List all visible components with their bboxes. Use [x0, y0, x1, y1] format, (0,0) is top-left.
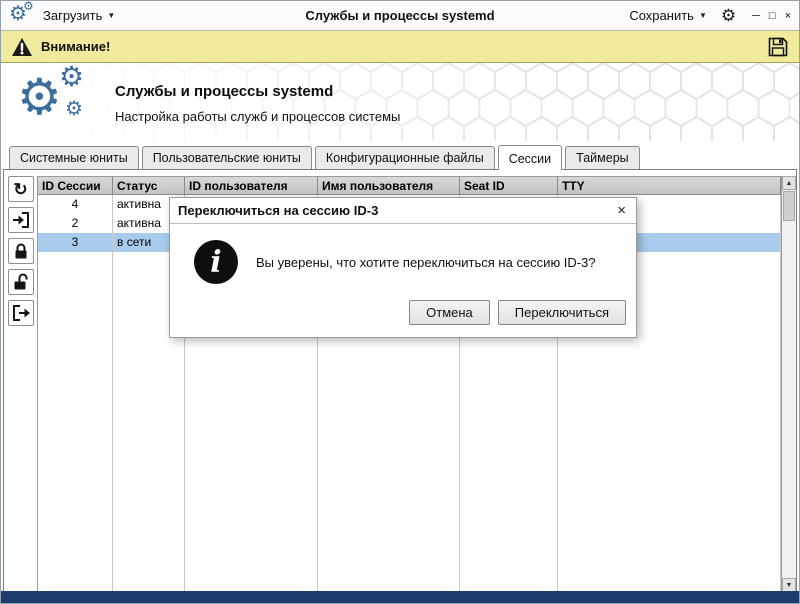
scroll-up-button[interactable]: ▲	[782, 176, 796, 190]
chevron-down-icon: ▼	[107, 11, 116, 20]
scrollbar-track[interactable]	[782, 222, 796, 578]
chevron-down-icon: ▼	[698, 11, 707, 20]
hero-header: ⚙ ⚙ ⚙ Службы и процессы systemd Настройк…	[1, 63, 799, 141]
close-button[interactable]: ×	[785, 9, 791, 23]
tab-bar: Системные юниты Пользовательские юниты К…	[1, 141, 799, 170]
column-header-status[interactable]: Статус	[113, 177, 185, 194]
unlock-session-button[interactable]	[7, 269, 34, 295]
dialog-message: Вы уверены, что хотите переключиться на …	[256, 254, 596, 270]
tab-timers[interactable]: Таймеры	[565, 146, 640, 169]
cell-session-id: 3	[38, 233, 113, 252]
save-menu-label: Сохранить	[629, 8, 694, 23]
tab-config-files[interactable]: Конфигурационные файлы	[314, 146, 495, 169]
dialog-footer: Отмена Переключиться	[170, 292, 636, 337]
minimize-button[interactable]: ─	[752, 9, 760, 23]
session-toolbar: ↻	[4, 176, 37, 592]
warning-triangle-icon	[12, 37, 32, 56]
table-header-row: ID Сессии Статус ID пользователя Имя пол…	[38, 176, 781, 195]
switch-session-button[interactable]	[7, 207, 34, 233]
dialog-title: Переключиться на сессию ID-3	[178, 203, 379, 218]
arrow-down-icon: ▼	[785, 581, 793, 589]
vertical-scrollbar[interactable]: ▲ ▼	[781, 176, 796, 592]
column-header-user-name[interactable]: Имя пользователя	[318, 177, 460, 194]
window-controls: ─ □ ×	[752, 9, 791, 23]
maximize-button[interactable]: □	[769, 9, 776, 23]
dialog-close-button[interactable]: ×	[615, 203, 628, 218]
lock-icon	[15, 243, 26, 259]
logout-icon	[12, 305, 30, 321]
titlebar: ⚙ ⚙ Загрузить ▼ Службы и процессы system…	[1, 0, 799, 31]
dialog-body: i Вы уверены, что хотите переключиться н…	[170, 224, 636, 292]
app-gears-icon: ⚙ ⚙	[9, 0, 34, 25]
column-header-tty[interactable]: TTY	[558, 177, 781, 194]
lock-session-button[interactable]	[7, 238, 34, 264]
switch-session-dialog: Переключиться на сессию ID-3 × i Вы увер…	[169, 197, 637, 338]
unlock-icon	[14, 273, 27, 290]
app-window: ⚙ ⚙ Загрузить ▼ Службы и процессы system…	[0, 0, 800, 604]
refresh-icon: ↻	[13, 179, 28, 199]
dialog-titlebar: Переключиться на сессию ID-3 ×	[170, 198, 636, 224]
cancel-button[interactable]: Отмена	[409, 300, 490, 325]
refresh-button[interactable]: ↻	[7, 176, 34, 202]
tab-sessions[interactable]: Сессии	[497, 145, 563, 170]
save-menu-button[interactable]: Сохранить ▼	[629, 8, 707, 23]
settings-gear-icon[interactable]: ⚙	[721, 7, 736, 24]
cell-session-id: 2	[38, 214, 113, 233]
bottom-frame	[1, 591, 799, 603]
tab-user-units[interactable]: Пользовательские юниты	[141, 146, 312, 169]
switch-session-icon	[12, 212, 29, 228]
tab-system-units[interactable]: Системные юниты	[9, 146, 139, 169]
scroll-down-button[interactable]: ▼	[782, 578, 796, 592]
floppy-save-icon[interactable]	[767, 36, 789, 58]
load-menu-label: Загрузить	[43, 8, 103, 23]
info-icon: i	[194, 240, 238, 284]
page-title: Службы и процессы systemd	[115, 83, 334, 100]
column-header-session-id[interactable]: ID Сессии	[38, 177, 113, 194]
page-subtitle: Настройка работы служб и процессов систе…	[115, 109, 401, 124]
scrollbar-thumb[interactable]	[783, 191, 795, 221]
column-header-seat-id[interactable]: Seat ID	[460, 177, 558, 194]
confirm-switch-button[interactable]: Переключиться	[497, 300, 626, 325]
warning-bar: Внимание!	[1, 31, 799, 63]
warning-label: Внимание!	[41, 39, 111, 54]
load-menu-button[interactable]: Загрузить ▼	[43, 8, 115, 23]
cell-session-id: 4	[38, 195, 113, 214]
column-header-user-id[interactable]: ID пользователя	[185, 177, 318, 194]
arrow-up-icon: ▲	[785, 179, 793, 187]
app-logo-gears: ⚙ ⚙ ⚙	[17, 63, 85, 125]
terminate-session-button[interactable]	[7, 300, 34, 326]
